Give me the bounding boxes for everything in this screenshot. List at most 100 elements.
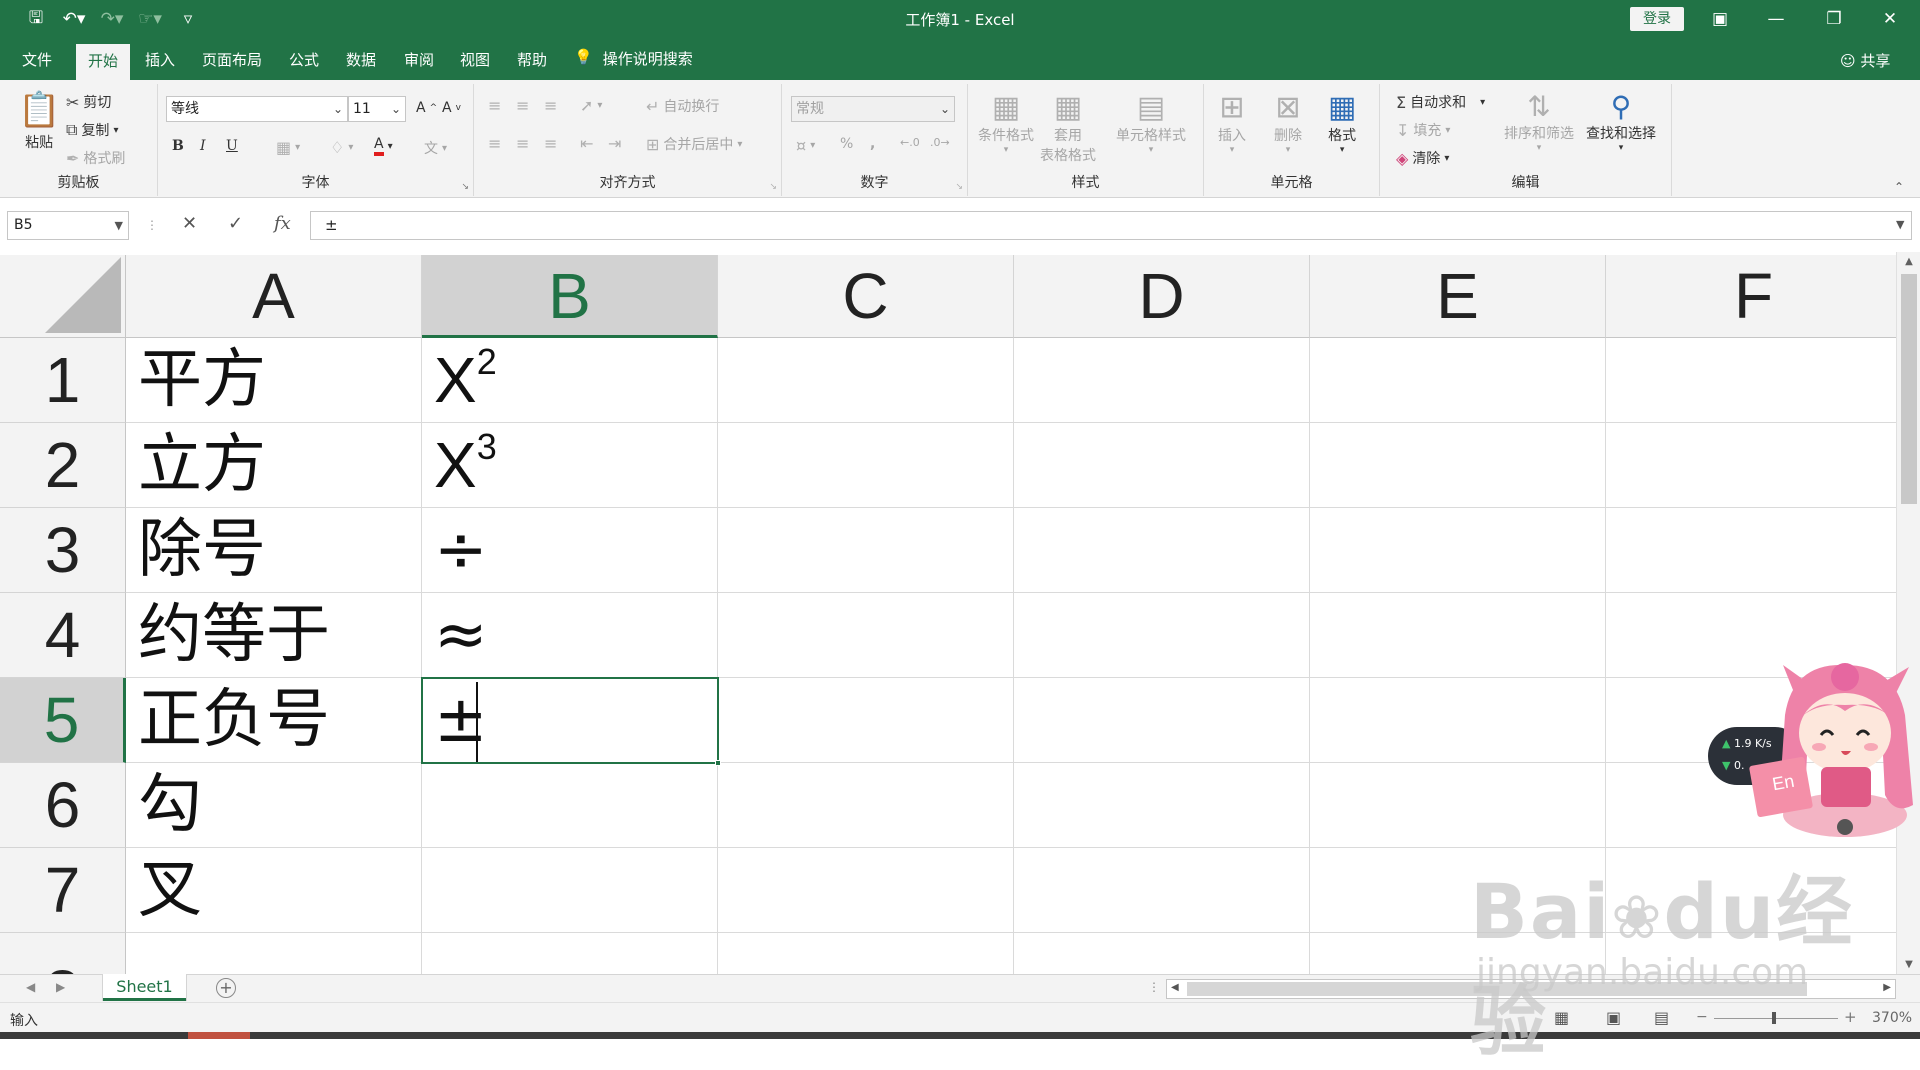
cell-c3[interactable] [718,508,1014,593]
phonetic-button[interactable]: 文 ▾ [424,138,447,158]
cell-d3[interactable] [1014,508,1310,593]
format-painter-button[interactable]: ✒ 格式刷 [66,148,125,168]
cell-b7[interactable] [422,848,718,933]
cancel-entry-icon[interactable]: ✕ [182,213,197,234]
decrease-decimal-button[interactable]: .0→ [930,136,950,149]
column-header-f[interactable]: F [1606,255,1896,338]
cell-f2[interactable] [1606,423,1896,508]
top-align-button[interactable]: ≡ [488,96,501,115]
cell-d1[interactable] [1014,338,1310,423]
cell-b4[interactable]: ≈ [422,593,718,678]
cell-d5[interactable] [1014,678,1310,763]
merge-center-button[interactable]: ⊞ 合并后居中 ▾ [646,134,742,154]
autosum-button[interactable]: Σ 自动求和 ▾ [1396,92,1485,112]
cell-a8[interactable] [126,933,422,974]
cell-d8[interactable] [1014,933,1310,974]
add-sheet-icon[interactable]: + [216,978,236,998]
paste-button[interactable]: 📋 粘贴 [18,90,60,152]
grow-font-button[interactable]: A ^ [416,100,437,116]
tab-help[interactable]: 帮助 [517,48,547,80]
tab-page-layout[interactable]: 页面布局 [202,48,262,80]
conditional-formatting-button[interactable]: ▦ 条件格式 ▾ [978,90,1034,155]
cell-b1[interactable]: X2 [422,338,718,423]
cell-c5[interactable] [718,678,1014,763]
sort-filter-button[interactable]: ⇅ 排序和筛选 ▾ [1504,90,1574,153]
format-cells-button[interactable]: ▦ 格式 ▾ [1328,90,1356,155]
cell-e4[interactable] [1310,593,1606,678]
prev-sheet-icon[interactable]: ◀ [26,980,35,994]
tab-formulas[interactable]: 公式 [289,48,319,80]
column-header-c[interactable]: C [718,255,1014,338]
cell-a1[interactable]: 平方 [126,338,422,423]
ribbon-display-icon[interactable]: ▣ [1702,6,1738,32]
column-header-d[interactable]: D [1014,255,1310,338]
fill-color-button[interactable]: ♢ ▾ [330,138,353,157]
font-color-button[interactable]: A ▾ [374,136,393,156]
tab-review[interactable]: 审阅 [404,48,434,80]
expand-formula-icon[interactable]: ▼ [1896,218,1904,231]
cell-d6[interactable] [1014,763,1310,848]
orientation-button[interactable]: ➚ ▾ [580,96,602,115]
scroll-up-icon[interactable]: ▲ [1897,256,1920,267]
underline-button[interactable]: U [226,138,238,154]
font-size-select[interactable]: 11 ⌄ [348,96,406,122]
tell-me-search[interactable]: 💡 操作说明搜索 [574,48,693,69]
bottom-align-button[interactable]: ≡ [544,96,557,115]
row-header-5[interactable]: 5 [0,678,126,763]
cell-c1[interactable] [718,338,1014,423]
login-button[interactable]: 登录 [1630,7,1684,31]
row-header-3[interactable]: 3 [0,508,126,593]
cell-a5[interactable]: 正负号 [126,678,422,763]
wrap-text-button[interactable]: ↵ 自动换行 [646,96,719,116]
cell-a2[interactable]: 立方 [126,423,422,508]
copy-button[interactable]: ⧉ 复制 ▾ [66,120,118,140]
cell-c7[interactable] [718,848,1014,933]
increase-indent-button[interactable]: ⇥ [608,134,621,153]
cell-f3[interactable] [1606,508,1896,593]
select-all-corner[interactable] [0,255,126,338]
cell-e3[interactable] [1310,508,1606,593]
accounting-format-button[interactable]: ¤ ▾ [796,136,815,155]
cell-d2[interactable] [1014,423,1310,508]
cell-b8[interactable] [422,933,718,974]
column-header-a[interactable]: A [126,255,422,338]
tab-insert[interactable]: 插入 [145,48,175,80]
cell-a7[interactable]: 叉 [126,848,422,933]
align-right-button[interactable]: ≡ [544,134,557,153]
tab-view[interactable]: 视图 [460,48,490,80]
cell-styles-button[interactable]: ▤ 单元格样式 ▾ [1116,90,1186,155]
format-as-table-button[interactable]: ▦ 套用 表格格式 [1040,90,1096,165]
row-header-8[interactable]: 8 [0,933,126,974]
comma-button[interactable]: , [870,136,875,152]
number-format-select[interactable]: 常规 ⌄ [791,96,955,122]
find-select-button[interactable]: ⚲ 查找和选择 ▾ [1586,90,1656,153]
row-header-2[interactable]: 2 [0,423,126,508]
cell-b6[interactable] [422,763,718,848]
restore-icon[interactable]: ❐ [1816,6,1852,32]
column-header-b[interactable]: B [422,255,718,338]
middle-align-button[interactable]: ≡ [516,96,529,115]
share-button[interactable]: ☺ 共享 [1840,50,1890,71]
name-box[interactable]: B5 ▼ [7,211,129,240]
delete-cells-button[interactable]: ⊠ 删除 ▾ [1274,90,1302,155]
align-left-button[interactable]: ≡ [488,134,501,153]
shrink-font-button[interactable]: Av [442,100,461,116]
tab-home[interactable]: 开始 [76,44,131,80]
align-center-button[interactable]: ≡ [516,134,529,153]
borders-button[interactable]: ▦ ▾ [276,138,300,157]
cell-b3[interactable]: ÷ [422,508,718,593]
insert-cells-button[interactable]: ⊞ 插入 ▾ [1218,90,1246,155]
cell-a6[interactable]: 勾 [126,763,422,848]
minimize-icon[interactable]: — [1758,6,1794,32]
sheet-tab-sheet1[interactable]: Sheet1 [103,974,186,1001]
cell-c8[interactable] [718,933,1014,974]
decrease-indent-button[interactable]: ⇤ [580,134,593,153]
fill-handle[interactable] [715,760,721,766]
vertical-scroll-thumb[interactable] [1901,274,1917,504]
dialog-launcher-icon[interactable]: ↘ [461,182,469,192]
close-icon[interactable]: ✕ [1872,6,1908,32]
dialog-launcher-icon[interactable]: ↘ [955,182,963,192]
insert-function-icon[interactable]: fx [274,213,291,234]
fill-button[interactable]: ↧ 填充 ▾ [1396,120,1450,140]
scroll-left-icon[interactable]: ◀ [1171,982,1179,993]
